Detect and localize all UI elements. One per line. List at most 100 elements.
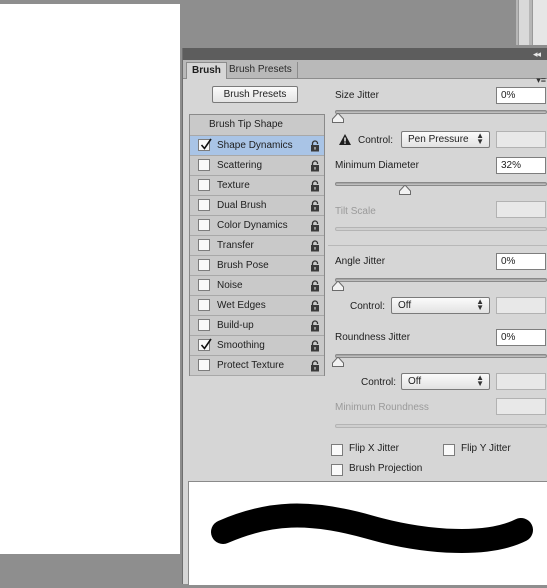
roundness-jitter-label: Roundness Jitter [335,332,411,343]
size-control-dropdown[interactable]: Pen Pressure ▲ ▼ [401,131,490,148]
lock-icon[interactable] [310,280,320,295]
checkbox-box[interactable] [198,279,210,291]
checkbox-box[interactable] [331,444,343,456]
chevron-updown-icon: ▲ ▼ [476,297,484,312]
checkbox-box[interactable] [198,338,212,351]
flip-x-jitter-label: Flip X Jitter [349,443,400,454]
angle-control-field [496,297,546,314]
brush-setting-label: Wet Edges [217,300,266,311]
minimum-roundness-slider [335,424,547,428]
checkbox-box[interactable] [198,199,210,211]
checkbox-box[interactable] [443,444,455,456]
checkbox-box[interactable] [198,299,210,311]
lock-icon[interactable] [310,260,320,275]
checkbox-box[interactable] [198,359,210,371]
brush-setting-item[interactable]: Color Dynamics [190,216,324,236]
chevron-updown-icon: ▲ ▼ [476,131,484,146]
checkbox-box[interactable] [198,219,210,231]
minimum-diameter-label: Minimum Diameter [335,160,419,171]
brush-projection-label: Brush Projection [349,463,423,474]
roundness-jitter-slider[interactable] [332,354,547,367]
lock-icon[interactable] [310,240,320,255]
document-canvas[interactable] [0,4,180,554]
lock-icon[interactable] [310,300,320,315]
lock-icon[interactable] [310,320,320,335]
brush-setting-item[interactable]: Wet Edges [190,296,324,316]
brush-setting-label: Shape Dynamics [217,140,293,151]
dock-scrollbar[interactable] [532,0,547,45]
brush-setting-item[interactable]: Protect Texture [190,356,324,376]
lock-icon[interactable] [310,180,320,195]
brush-settings-list: Brush Tip Shape Shape Dynamics Scattering… [189,114,325,376]
checkbox-box[interactable] [198,138,212,151]
brush-tip-shape-item[interactable]: Brush Tip Shape [190,115,324,136]
checkbox-box[interactable] [198,259,210,271]
panel-title-bar[interactable]: ◂◂ [183,48,547,60]
brush-setting-item[interactable]: Shape Dynamics [190,136,324,156]
section-divider [328,245,547,246]
size-jitter-slider[interactable] [332,110,547,123]
panel-tab-bar: Brush Brush Presets ▾≡ [183,60,547,85]
roundness-control-dropdown[interactable]: Off ▲ ▼ [401,373,490,390]
brush-setting-item[interactable]: Transfer [190,236,324,256]
dock-column [518,0,529,45]
brush-setting-item[interactable]: Smoothing [190,336,324,356]
checkbox-box[interactable] [198,179,210,191]
tilt-scale-slider [335,227,547,231]
brush-stroke-preview [188,481,547,585]
brush-setting-label: Dual Brush [217,200,267,211]
brush-setting-item[interactable]: Brush Pose [190,256,324,276]
checkbox-box[interactable] [198,239,210,251]
brush-setting-label: Smoothing [217,340,265,351]
brush-setting-label: Build-up [217,320,254,331]
checkbox-box[interactable] [198,319,210,331]
roundness-control-label: Control: [361,377,397,388]
double-chevron-icon[interactable]: ◂◂ [533,48,541,60]
roundness-control-value: Off [408,376,422,387]
tilt-scale-field [496,201,546,218]
brush-setting-label: Protect Texture [217,360,285,371]
minimum-diameter-slider[interactable] [335,182,547,195]
lock-icon[interactable] [310,360,320,375]
roundness-jitter-field[interactable]: 0% [496,329,546,346]
brush-setting-item[interactable]: Build-up [190,316,324,336]
lock-icon[interactable] [310,340,320,355]
brush-setting-label: Color Dynamics [217,220,288,231]
size-jitter-label: Size Jitter [335,90,379,101]
size-control-label: Control: [358,135,394,146]
angle-jitter-label: Angle Jitter [335,256,386,267]
lock-icon[interactable] [310,140,320,155]
tab-brush[interactable]: Brush [186,62,227,79]
lock-icon[interactable] [310,160,320,175]
checkbox-box[interactable] [331,464,343,476]
angle-control-dropdown[interactable]: Off ▲ ▼ [391,297,490,314]
lock-icon[interactable] [310,220,320,235]
brush-setting-item[interactable]: Noise [190,276,324,296]
tab-brush-presets[interactable]: Brush Presets [224,62,298,78]
brush-setting-item[interactable]: Texture [190,176,324,196]
minimum-roundness-field [496,398,546,415]
brush-setting-label: Brush Pose [217,260,269,271]
angle-control-value: Off [398,300,412,311]
stroke-preview-graphic [211,503,533,553]
brush-setting-label: Scattering [217,160,263,171]
brush-setting-label: Texture [217,180,250,191]
size-control-value: Pen Pressure [408,134,469,145]
checkbox-box[interactable] [198,159,210,171]
panel-menu-icon[interactable]: ▾≡ [536,75,546,86]
angle-jitter-slider[interactable] [332,278,547,291]
angle-control-label: Control: [350,301,386,312]
tilt-scale-label: Tilt Scale [335,206,376,217]
brush-setting-label: Transfer [217,240,254,251]
size-jitter-field[interactable]: 0% [496,87,546,104]
roundness-control-field [496,373,546,390]
warning-icon [339,134,351,148]
brush-presets-button[interactable]: Brush Presets [212,86,298,103]
angle-jitter-field[interactable]: 0% [496,253,546,270]
brush-setting-item[interactable]: Dual Brush [190,196,324,216]
minimum-diameter-field[interactable]: 32% [496,157,546,174]
brush-setting-label: Noise [217,280,243,291]
size-control-field [496,131,546,148]
lock-icon[interactable] [310,200,320,215]
brush-setting-item[interactable]: Scattering [190,156,324,176]
